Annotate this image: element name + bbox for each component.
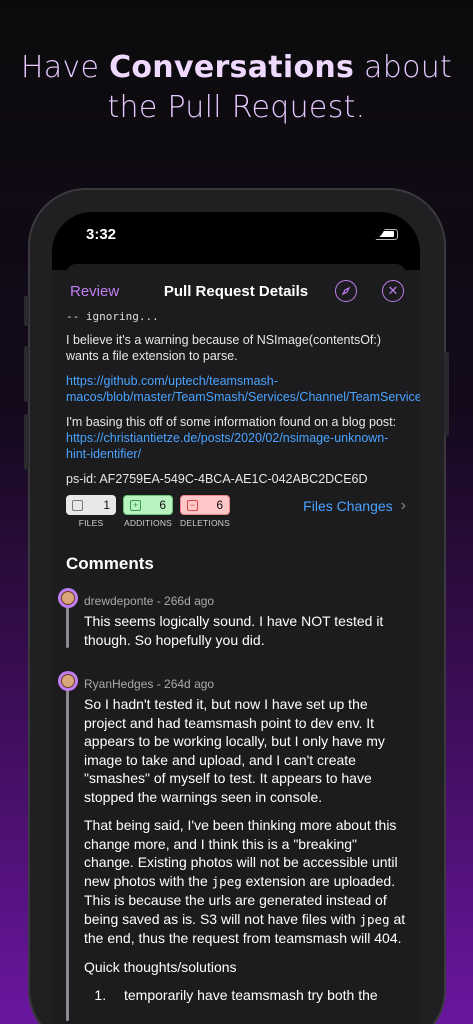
file-icon — [72, 499, 83, 511]
review-back-button[interactable]: Review — [70, 283, 119, 300]
pr-detail-content: -- ignoring... I believe it's a warning … — [52, 310, 420, 1024]
promo-headline: Have Conversations about the Pull Reques… — [20, 50, 453, 125]
description-paragraph: I believe it's a warning because of NSIm… — [66, 333, 382, 363]
status-bar: 3:32 — [52, 212, 420, 258]
avatar — [58, 588, 78, 608]
comment-rail — [66, 681, 69, 1021]
chevron-right-icon: › — [400, 497, 406, 514]
list-item: temporarily have teamsmash try both the — [110, 986, 406, 1005]
diff-stats: 1 FILES +6 ADDITIONS −6 DELETIONS Files … — [66, 495, 406, 528]
comments-heading: Comments — [66, 554, 154, 573]
blog-post-link[interactable]: https://christiantietze.de/posts/2020/02… — [66, 431, 388, 461]
deletions-badge: −6 — [180, 495, 230, 515]
additions-badge: +6 — [123, 495, 173, 515]
close-icon[interactable]: ✕ — [382, 280, 404, 302]
phone-screen: 3:32 Review Pull Request Details ✕ -- ig… — [52, 212, 420, 1024]
comment-item: RyanHedges - 264d ago So I hadn't tested… — [58, 671, 406, 1021]
ps-id: ps-id: AF2759EA-549C-4BCA-AE1C-042ABC2DC… — [66, 472, 368, 486]
comment-text: That being said, I've been thinking more… — [84, 817, 406, 946]
comment-meta: drewdeponte - 266d ago — [84, 594, 215, 608]
code-snippet: -- ignoring... — [66, 310, 159, 323]
comment-text: Quick thoughts/solutions — [84, 958, 237, 975]
solutions-list: temporarily have teamsmash try both the — [84, 986, 406, 1005]
mute-switch — [24, 296, 29, 326]
notch — [170, 212, 386, 242]
comment-item: drewdeponte - 266d ago This seems logica… — [58, 588, 406, 649]
description-paragraph: I'm basing this off of some information … — [66, 415, 397, 461]
files-badge: 1 — [66, 495, 116, 515]
comment-text: This seems logically sound. I have NOT t… — [84, 613, 384, 648]
source-link[interactable]: https://github.com/uptech/teamsmash-maco… — [66, 373, 420, 405]
status-time: 3:32 — [86, 226, 117, 243]
avatar — [58, 671, 78, 691]
volume-down-button — [24, 414, 29, 470]
plus-icon: + — [130, 499, 141, 511]
volume-up-button — [24, 346, 29, 402]
files-changes-button[interactable]: Files Changes › — [303, 497, 406, 515]
power-button — [444, 352, 449, 436]
minus-icon: − — [187, 499, 198, 511]
compass-icon[interactable] — [335, 280, 357, 302]
navigation-bar: Review Pull Request Details ✕ — [52, 270, 420, 312]
comment-text: So I hadn't tested it, but now I have se… — [84, 696, 385, 805]
comment-meta: RyanHedges - 264d ago — [84, 677, 215, 691]
